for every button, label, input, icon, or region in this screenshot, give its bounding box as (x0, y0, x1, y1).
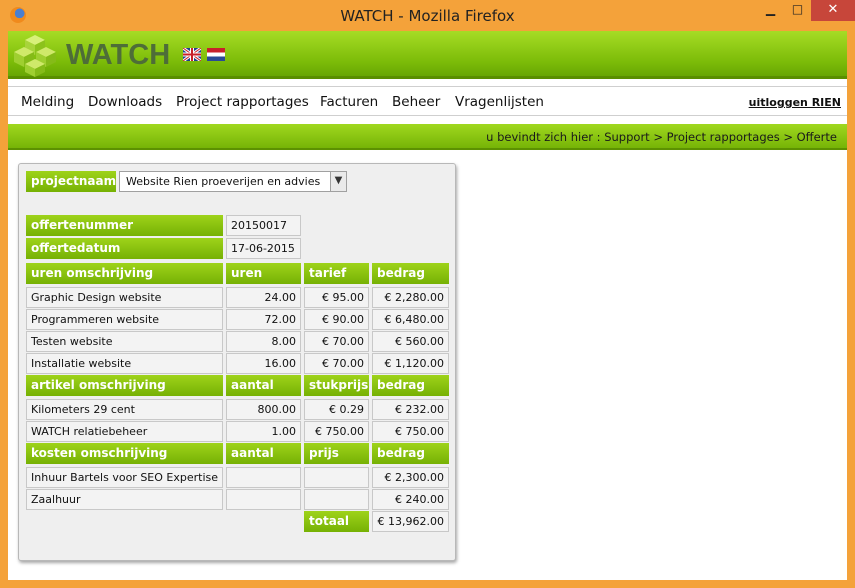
offertedatum-label: offertedatum (26, 238, 223, 259)
breadcrumb-bar: u bevindt zich hier : Support > Project … (8, 124, 847, 150)
offerte-panel: projectnaam Website Rien proeverijen en … (18, 163, 456, 561)
projectnaam-select[interactable]: Website Rien proeverijen en advies ▼ (119, 171, 347, 192)
prijs-header: prijs (304, 443, 369, 464)
menu-item-vragenlijsten[interactable]: Vragenlijsten (455, 94, 544, 110)
table-row-bedrag: € 2,280.00 (372, 287, 449, 308)
window-title: WATCH - Mozilla Firefox (340, 7, 515, 25)
table-row-bedrag: € 2,300.00 (372, 467, 449, 488)
table-row-prijs (304, 467, 369, 488)
table-row-aantal: 800.00 (226, 399, 301, 420)
table-row-desc: Inhuur Bartels voor SEO Expertise (26, 467, 223, 488)
kosten-omschrijving-header: kosten omschrijving (26, 443, 223, 464)
aantal-header: aantal (226, 375, 301, 396)
totaal-value: € 13,962.00 (372, 511, 449, 532)
table-row-uren: 8.00 (226, 331, 301, 352)
menu-item-melding[interactable]: Melding (21, 94, 74, 110)
minimize-button[interactable]: ▁ (757, 0, 784, 21)
table-row-uren: 24.00 (226, 287, 301, 308)
table-row-desc: Testen website (26, 331, 223, 352)
aantal-header: aantal (226, 443, 301, 464)
offertenummer-field[interactable]: 20150017 (226, 215, 301, 236)
uren-header: uren (226, 263, 301, 284)
table-row-aantal (226, 489, 301, 510)
table-row-stukprijs: € 750.00 (304, 421, 369, 442)
table-row-uren: 16.00 (226, 353, 301, 374)
logout-link[interactable]: uitloggen RIEN (749, 96, 841, 109)
site-header: WATCH (8, 31, 847, 79)
uren-omschrijving-header: uren omschrijving (26, 263, 223, 284)
bedrag-header: bedrag (372, 263, 449, 284)
uk-flag-icon[interactable] (183, 48, 201, 61)
nl-flag-icon[interactable] (207, 48, 225, 61)
menu-item-beheer[interactable]: Beheer (392, 94, 440, 110)
table-row-bedrag: € 750.00 (372, 421, 449, 442)
offertedatum-field[interactable]: 17-06-2015 (226, 238, 301, 259)
table-row-desc: Kilometers 29 cent (26, 399, 223, 420)
table-row-bedrag: € 240.00 (372, 489, 449, 510)
table-row-prijs (304, 489, 369, 510)
table-row-desc: Installatie website (26, 353, 223, 374)
totaal-label: totaal (304, 511, 369, 532)
table-row-aantal (226, 467, 301, 488)
table-row-aantal: 1.00 (226, 421, 301, 442)
menu-item-downloads[interactable]: Downloads (88, 94, 162, 110)
table-row-tarief: € 90.00 (304, 309, 369, 330)
logo-cubes-icon (14, 35, 56, 77)
table-row-bedrag: € 1,120.00 (372, 353, 449, 374)
table-row-tarief: € 95.00 (304, 287, 369, 308)
stukprijs-header: stukprijs (304, 375, 369, 396)
table-row-stukprijs: € 0.29 (304, 399, 369, 420)
artikel-omschrijving-header: artikel omschrijving (26, 375, 223, 396)
maximize-button[interactable]: □ (784, 0, 811, 21)
bedrag-header: bedrag (372, 375, 449, 396)
logo-text: WATCH (66, 39, 171, 71)
projectnaam-label: projectnaam (26, 171, 116, 192)
breadcrumb: u bevindt zich hier : Support > Project … (486, 130, 837, 144)
table-row-bedrag: € 6,480.00 (372, 309, 449, 330)
projectnaam-value: Website Rien proeverijen en advies (126, 175, 321, 188)
table-row-tarief: € 70.00 (304, 331, 369, 352)
menu-item-facturen[interactable]: Facturen (320, 94, 378, 110)
table-row-desc: Zaalhuur (26, 489, 223, 510)
offertenummer-label: offertenummer (26, 215, 223, 236)
close-button[interactable]: ✕ (811, 0, 855, 21)
bedrag-header: bedrag (372, 443, 449, 464)
main-menu: Melding Downloads Project rapportages Fa… (8, 86, 847, 116)
tarief-header: tarief (304, 263, 369, 284)
browser-viewport: WATCH Melding Downloads Project rapporta… (8, 31, 847, 580)
table-row-desc: Programmeren website (26, 309, 223, 330)
table-row-desc: WATCH relatiebeheer (26, 421, 223, 442)
chevron-down-icon[interactable]: ▼ (330, 172, 346, 191)
table-row-desc: Graphic Design website (26, 287, 223, 308)
table-row-tarief: € 70.00 (304, 353, 369, 374)
header-spacer (8, 79, 847, 86)
window-titlebar: WATCH - Mozilla Firefox ▁ □ ✕ (0, 0, 855, 31)
menu-item-project-rapportages[interactable]: Project rapportages (176, 94, 309, 110)
table-row-uren: 72.00 (226, 309, 301, 330)
table-row-bedrag: € 232.00 (372, 399, 449, 420)
table-row-bedrag: € 560.00 (372, 331, 449, 352)
